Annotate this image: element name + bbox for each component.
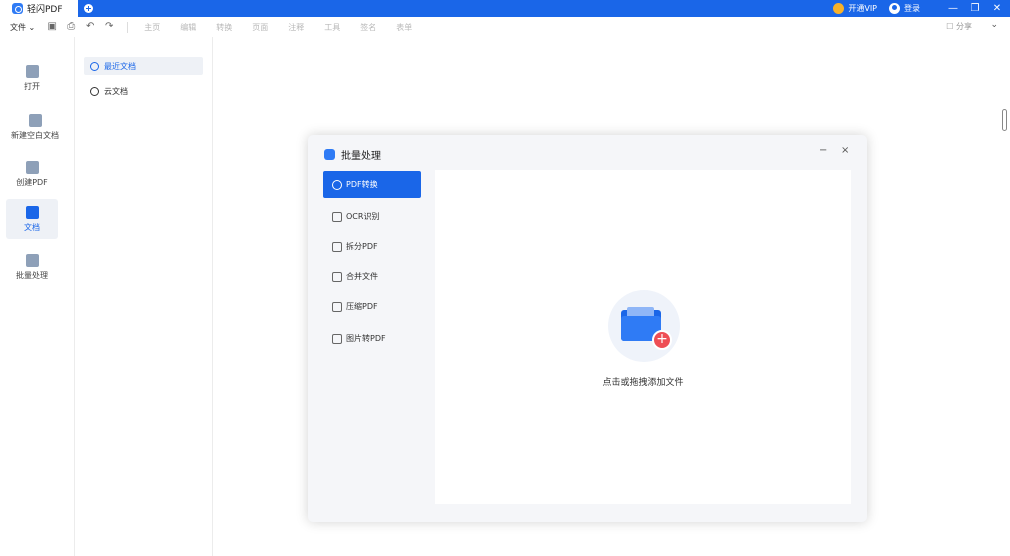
window-minimize-icon[interactable]: — bbox=[944, 3, 962, 14]
batch-item-label: OCR识别 bbox=[346, 212, 380, 221]
window-restore-icon[interactable]: ❐ bbox=[966, 3, 984, 14]
toolbar-divider bbox=[127, 21, 129, 33]
compress-icon bbox=[332, 301, 342, 312]
menu-edit[interactable]: 编辑 bbox=[180, 22, 196, 33]
dialog-title: 批量处理 bbox=[324, 147, 381, 162]
menu-page[interactable]: 页面 bbox=[252, 22, 268, 33]
nav-new-blank[interactable]: 新建空白文档 bbox=[2, 107, 68, 147]
menu-form[interactable]: 表单 bbox=[396, 22, 412, 33]
batch-dialog: 批量处理 − × PDF转换 OCR识别 拆分PDF 合并文件 压缩PDF 图片… bbox=[308, 135, 867, 522]
dialog-title-text: 批量处理 bbox=[341, 151, 381, 162]
batch-item-ocr[interactable]: OCR识别 bbox=[323, 203, 421, 230]
nav-create-pdf-label: 创建PDF bbox=[16, 177, 48, 187]
toolbar: 文件 ⌄ ▣ ⎙ ↶ ↷ 主页 编辑 转换 页面 注释 工具 签名 表单 ☐ 分… bbox=[0, 17, 1010, 37]
cloud-documents-label: 云文档 bbox=[104, 86, 128, 96]
file-menu[interactable]: 文件 ⌄ bbox=[10, 22, 35, 33]
batch-item-label: 拆分PDF bbox=[346, 242, 378, 251]
nav-new-blank-label: 新建空白文档 bbox=[11, 130, 59, 140]
vip-label: 开通VIP bbox=[848, 4, 877, 13]
add-file-illustration[interactable]: + bbox=[608, 290, 680, 362]
share-button[interactable]: ☐ 分享 bbox=[946, 21, 972, 32]
batch-process-icon bbox=[25, 253, 39, 267]
left-nav: 打开 新建空白文档 创建PDF 文档 批量处理 bbox=[0, 37, 75, 556]
batch-item-image-to-pdf[interactable]: 图片转PDF bbox=[323, 325, 421, 352]
cloud-documents-item[interactable]: 云文档 bbox=[84, 82, 203, 100]
login-button[interactable]: 登录 bbox=[889, 3, 920, 14]
redo-icon[interactable]: ↷ bbox=[102, 20, 116, 34]
login-label: 登录 bbox=[904, 4, 920, 13]
expand-chevron-icon[interactable]: ⌄ bbox=[990, 20, 998, 30]
menu-home[interactable]: 主页 bbox=[144, 22, 160, 33]
batch-item-label: 图片转PDF bbox=[346, 334, 386, 343]
save-icon[interactable]: ▣ bbox=[45, 20, 59, 34]
convert-icon bbox=[332, 179, 342, 190]
recent-documents-item[interactable]: 最近文档 bbox=[84, 57, 203, 75]
undo-icon[interactable]: ↶ bbox=[83, 20, 97, 34]
batch-item-split[interactable]: 拆分PDF bbox=[323, 233, 421, 260]
batch-item-merge[interactable]: 合并文件 bbox=[323, 263, 421, 290]
nav-documents[interactable]: 文档 bbox=[6, 199, 58, 239]
batch-item-label: 压缩PDF bbox=[346, 302, 378, 311]
ocr-icon bbox=[332, 211, 342, 222]
split-icon bbox=[332, 241, 342, 252]
add-tab-icon[interactable] bbox=[84, 4, 93, 13]
batch-item-compress[interactable]: 压缩PDF bbox=[323, 293, 421, 320]
nav-open[interactable]: 打开 bbox=[6, 58, 58, 98]
app-tab-label: 轻闪PDF bbox=[27, 5, 63, 15]
share-icon: ☐ bbox=[946, 22, 956, 31]
title-bar: 轻闪PDF 开通VIP 登录 — ❐ ✕ bbox=[0, 0, 1010, 17]
vip-crown-icon bbox=[833, 3, 845, 14]
cloud-icon bbox=[90, 86, 99, 96]
dialog-close-icon[interactable]: × bbox=[841, 145, 849, 156]
print-icon[interactable]: ⎙ bbox=[64, 20, 78, 34]
nav-batch[interactable]: 批量处理 bbox=[6, 247, 58, 287]
recent-documents-label: 最近文档 bbox=[104, 61, 136, 71]
merge-icon bbox=[332, 271, 342, 282]
menu-tools[interactable]: 工具 bbox=[324, 22, 340, 33]
app-logo-icon bbox=[12, 3, 23, 14]
nav-batch-label: 批量处理 bbox=[16, 270, 48, 280]
clock-icon bbox=[90, 61, 99, 71]
nav-open-label: 打开 bbox=[24, 81, 40, 91]
app-logo-icon bbox=[324, 149, 335, 160]
drop-hint-text: 点击或拖拽添加文件 bbox=[602, 378, 684, 388]
open-folder-icon bbox=[25, 64, 39, 78]
vip-button[interactable]: 开通VIP bbox=[833, 3, 877, 14]
batch-item-pdf-convert[interactable]: PDF转换 bbox=[323, 171, 421, 198]
user-avatar-icon bbox=[889, 3, 900, 14]
dialog-minimize-icon[interactable]: − bbox=[819, 145, 827, 156]
menu-annotate[interactable]: 注释 bbox=[288, 22, 304, 33]
nav-create-pdf[interactable]: 创建PDF bbox=[6, 154, 58, 194]
documents-icon bbox=[25, 205, 39, 219]
title-bar-right: 开通VIP 登录 — ❐ ✕ bbox=[833, 0, 1010, 17]
nav-documents-label: 文档 bbox=[24, 222, 40, 232]
menu-convert[interactable]: 转换 bbox=[216, 22, 232, 33]
scrollbar-handle[interactable] bbox=[1002, 109, 1007, 131]
window-close-icon[interactable]: ✕ bbox=[988, 3, 1006, 14]
create-pdf-icon bbox=[25, 160, 39, 174]
app-tab[interactable]: 轻闪PDF bbox=[0, 0, 78, 17]
document-source-panel: 最近文档 云文档 bbox=[76, 37, 213, 556]
plus-icon: + bbox=[652, 330, 672, 350]
share-label: 分享 bbox=[956, 22, 972, 31]
batch-item-label: PDF转换 bbox=[346, 180, 378, 189]
new-document-icon bbox=[28, 113, 42, 127]
file-drop-zone[interactable]: + 点击或拖拽添加文件 bbox=[435, 170, 851, 504]
menu-sign[interactable]: 签名 bbox=[360, 22, 376, 33]
batch-item-label: 合并文件 bbox=[346, 272, 378, 281]
image-icon bbox=[332, 333, 342, 344]
